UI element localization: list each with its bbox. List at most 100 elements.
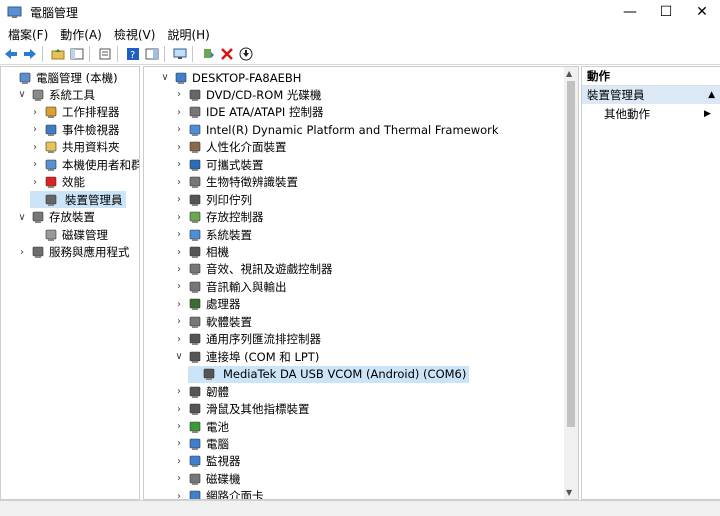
collapse-up-icon[interactable]: ▲ <box>708 90 715 100</box>
menu-help[interactable]: 說明(H) <box>167 26 209 43</box>
expand-right-icon[interactable]: › <box>174 404 184 415</box>
console-tree-item[interactable]: › 服務與應用程式 <box>17 244 130 261</box>
console-tree-label: 事件檢視器 <box>62 122 120 137</box>
expand-right-icon[interactable]: › <box>30 159 40 170</box>
expand-right-icon[interactable]: › <box>174 264 184 275</box>
device-tree-item[interactable]: › IDE ATA/ATAPI 控制器 <box>174 104 323 121</box>
console-tree-item[interactable]: ∨ 系統工具 <box>17 86 95 103</box>
expand-right-icon[interactable]: › <box>174 212 184 223</box>
expand-right-icon[interactable]: › <box>174 229 184 240</box>
device-tree-item[interactable]: › 軟體裝置 <box>174 313 252 330</box>
device-tree-item[interactable]: › 生物特徵辨識裝置 <box>174 174 298 191</box>
download-circle-icon[interactable] <box>238 46 254 62</box>
scroll-up-icon[interactable]: ▲ <box>566 69 572 78</box>
device-tree-item[interactable]: › 音訊輸入與輸出 <box>174 278 287 295</box>
expand-right-icon[interactable]: › <box>174 281 184 292</box>
menu-file[interactable]: 檔案(F) <box>8 26 48 43</box>
maximize-button[interactable]: ☐ <box>648 0 684 24</box>
forward-arrow-icon[interactable] <box>22 46 38 62</box>
audio-icon <box>188 280 202 294</box>
expand-right-icon[interactable]: › <box>30 142 40 153</box>
show-hide-tree-icon[interactable] <box>69 46 85 62</box>
expand-down-icon[interactable]: ∨ <box>17 212 27 223</box>
console-tree-label: 效能 <box>62 175 85 190</box>
device-tree-item[interactable]: › Intel(R) Dynamic Platform and Thermal F… <box>174 121 499 138</box>
device-tree-item[interactable]: › 電池 <box>174 418 229 435</box>
device-tree-item[interactable]: › 人性化介面裝置 <box>174 139 287 156</box>
expand-right-icon[interactable]: › <box>174 473 184 484</box>
device-tree-item[interactable]: › 網路介面卡 <box>174 488 264 499</box>
console-tree-item[interactable]: 電腦管理 (本機) <box>4 69 118 86</box>
device-tree-label: IDE ATA/ATAPI 控制器 <box>206 105 324 120</box>
expand-right-icon[interactable]: › <box>174 438 184 449</box>
menu-action[interactable]: 動作(A) <box>60 26 102 43</box>
expand-right-icon[interactable]: › <box>174 421 184 432</box>
properties-icon[interactable] <box>97 46 113 62</box>
device-tree-item[interactable]: › DVD/CD-ROM 光碟機 <box>174 86 321 103</box>
expand-right-icon[interactable]: › <box>174 247 184 258</box>
up-folder-icon[interactable] <box>50 46 66 62</box>
device-tree-item[interactable]: MediaTek DA USB VCOM (Android) (COM6) <box>188 365 470 383</box>
device-tree-item[interactable]: › 列印佇列 <box>174 191 252 208</box>
device-tree-item[interactable]: › 可攜式裝置 <box>174 156 264 173</box>
back-arrow-icon[interactable] <box>3 46 19 62</box>
expand-right-icon[interactable]: › <box>174 491 184 499</box>
device-tree-item[interactable]: › 電腦 <box>174 435 229 452</box>
device-tree-item[interactable]: › 滑鼠及其他指標裝置 <box>174 401 310 418</box>
console-tree-item[interactable]: › 本機使用者和群組 <box>30 156 139 173</box>
expand-right-icon[interactable]: › <box>174 194 184 205</box>
expand-right-icon[interactable]: › <box>30 177 40 188</box>
expand-right-icon[interactable]: › <box>174 159 184 170</box>
menu-view[interactable]: 檢視(V) <box>114 26 156 43</box>
help-icon[interactable]: ? <box>125 46 141 62</box>
expand-right-icon[interactable]: › <box>30 107 40 118</box>
update-driver-icon[interactable] <box>200 46 216 62</box>
device-tree-label: 人性化介面裝置 <box>206 140 287 155</box>
software-device-icon <box>188 315 202 329</box>
expand-down-icon[interactable]: ∨ <box>174 351 184 362</box>
console-tree-item[interactable]: › 效能 <box>30 174 85 191</box>
expand-right-icon[interactable]: › <box>174 124 184 135</box>
console-tree-item[interactable]: ∨ 存放裝置 <box>17 209 95 226</box>
expand-right-icon[interactable]: › <box>174 177 184 188</box>
more-actions-item[interactable]: 其他動作 ▶ <box>604 105 711 123</box>
expand-right-icon[interactable]: › <box>174 299 184 310</box>
expand-right-icon[interactable]: › <box>174 386 184 397</box>
device-tree-item[interactable]: › 磁碟機 <box>174 470 241 487</box>
console-tree-label: 存放裝置 <box>49 210 95 225</box>
device-tree-item[interactable]: › 存放控制器 <box>174 209 264 226</box>
expand-right-icon[interactable]: › <box>174 142 184 153</box>
uninstall-icon[interactable] <box>219 46 235 62</box>
device-tree-item[interactable]: › 音效、視訊及遊戲控制器 <box>174 261 333 278</box>
device-tree-item[interactable]: › 處理器 <box>174 296 241 313</box>
scan-hardware-icon[interactable] <box>172 46 188 62</box>
close-button[interactable]: ✕ <box>684 0 720 24</box>
expand-right-icon[interactable]: › <box>174 316 184 327</box>
scroll-down-icon[interactable]: ▼ <box>566 488 572 497</box>
expand-down-icon[interactable]: ∨ <box>160 72 170 83</box>
console-tree-item[interactable]: 裝置管理員 <box>30 191 126 209</box>
device-tree-item[interactable]: › 監視器 <box>174 453 241 470</box>
actions-section-device-manager[interactable]: 裝置管理員 ▲ <box>582 86 720 104</box>
console-tree-item[interactable]: 磁碟管理 <box>30 226 108 243</box>
expand-right-icon[interactable]: › <box>174 334 184 345</box>
device-tree-item[interactable]: ∨ 連接埠 (COM 和 LPT) <box>174 348 319 365</box>
vertical-scrollbar[interactable]: ▲ ▼ <box>564 67 578 499</box>
expand-right-icon[interactable]: › <box>174 89 184 100</box>
expand-down-icon[interactable]: ∨ <box>17 89 27 100</box>
action-pane-icon[interactable] <box>144 46 160 62</box>
device-tree-item[interactable]: ∨ DESKTOP-FA8AEBH <box>160 69 301 86</box>
device-tree-item[interactable]: › 韌體 <box>174 383 229 400</box>
device-tree-item[interactable]: › 相機 <box>174 244 229 261</box>
expand-right-icon[interactable]: › <box>17 247 27 258</box>
device-tree-item[interactable]: › 通用序列匯流排控制器 <box>174 331 321 348</box>
expand-right-icon[interactable]: › <box>174 107 184 118</box>
scroll-thumb[interactable] <box>567 81 575 427</box>
expand-right-icon[interactable]: › <box>174 456 184 467</box>
console-tree-item[interactable]: › 工作排程器 <box>30 104 120 121</box>
expand-right-icon[interactable]: › <box>30 124 40 135</box>
minimize-button[interactable]: — <box>612 0 648 24</box>
device-tree-item[interactable]: › 系統裝置 <box>174 226 252 243</box>
console-tree-item[interactable]: › 事件檢視器 <box>30 121 120 138</box>
console-tree-item[interactable]: › 共用資料夾 <box>30 139 120 156</box>
